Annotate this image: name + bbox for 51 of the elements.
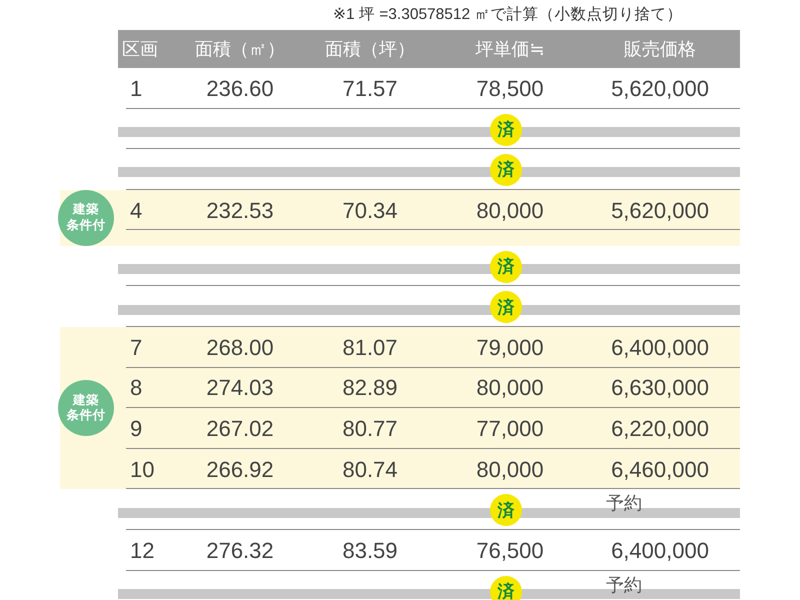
table-cell-text: 80.74 <box>341 456 399 484</box>
table-cell-text: 276.32 <box>205 536 275 565</box>
sold-badge: 済 <box>490 154 522 186</box>
note-text: ※1 坪 =3.30578512 ㎡で計算（小数点切り捨て） <box>332 5 684 25</box>
table-cell-text: 267.02 <box>205 414 275 443</box>
column-header: 販売価格 <box>623 38 697 60</box>
table-cell-text: 6,460,000 <box>610 456 710 484</box>
table-cell-text: 76,500 <box>475 536 545 565</box>
table-cell-text: 77,000 <box>475 414 545 443</box>
table-cell-text: 274.03 <box>205 374 275 402</box>
table-cell-text: 12 <box>129 536 156 565</box>
table-cell-text: 6,220,000 <box>610 414 710 443</box>
table-cell-text: 1 <box>129 74 144 103</box>
table-cell-text: 5,620,000 <box>610 74 710 103</box>
table-cell-text: 6,400,000 <box>610 334 710 362</box>
table-cell-text: 80,000 <box>475 456 545 484</box>
table-cell-text: 71.57 <box>341 74 399 103</box>
table-cell-text: 268.00 <box>205 334 275 362</box>
table-cell-text: 81.07 <box>341 334 399 362</box>
table-cell-text: 5,620,000 <box>610 196 710 225</box>
table-cell-text: 80,000 <box>475 196 545 225</box>
table-cell-text: 78,500 <box>475 74 545 103</box>
sold-badge: 済 <box>490 494 522 526</box>
table-cell-text: 82.89 <box>341 374 399 402</box>
table-cell-text: 83.59 <box>341 536 399 565</box>
table-cell-text: 10 <box>129 456 156 484</box>
sold-badge: 済 <box>490 250 522 283</box>
reserved-text: 予約 <box>606 494 642 512</box>
sold-badge: 済 <box>490 291 522 324</box>
table-cell-text: 9 <box>129 414 144 443</box>
table-cell-text: 80.77 <box>341 414 399 443</box>
table-cell-text: 7 <box>129 334 144 362</box>
table-cell-text: 6,630,000 <box>610 374 710 402</box>
sold-badge: 済 <box>490 114 522 146</box>
table-cell-text: 236.60 <box>205 74 275 103</box>
condition-badge: 建築 条件付 <box>58 190 114 246</box>
table-cell-text: 266.92 <box>205 456 275 484</box>
column-header: 坪単価≒ <box>474 38 546 60</box>
table-cell-text: 232.53 <box>205 196 275 225</box>
table-cell-text: 8 <box>129 374 144 402</box>
table-cell-text: 4 <box>129 196 144 225</box>
table-cell-text: 70.34 <box>341 196 399 225</box>
table-cell-text: 79,000 <box>475 334 545 362</box>
column-header: 区画 <box>121 38 159 60</box>
sold-badge: 済 <box>490 576 522 600</box>
table-cell-text: 80,000 <box>475 374 545 402</box>
condition-badge: 建築 条件付 <box>58 380 114 436</box>
reserved-text: 予約 <box>606 576 642 594</box>
table-cell-text: 6,400,000 <box>610 536 710 565</box>
column-header: 面積（㎡） <box>194 38 286 60</box>
column-header: 面積（坪） <box>324 38 416 60</box>
